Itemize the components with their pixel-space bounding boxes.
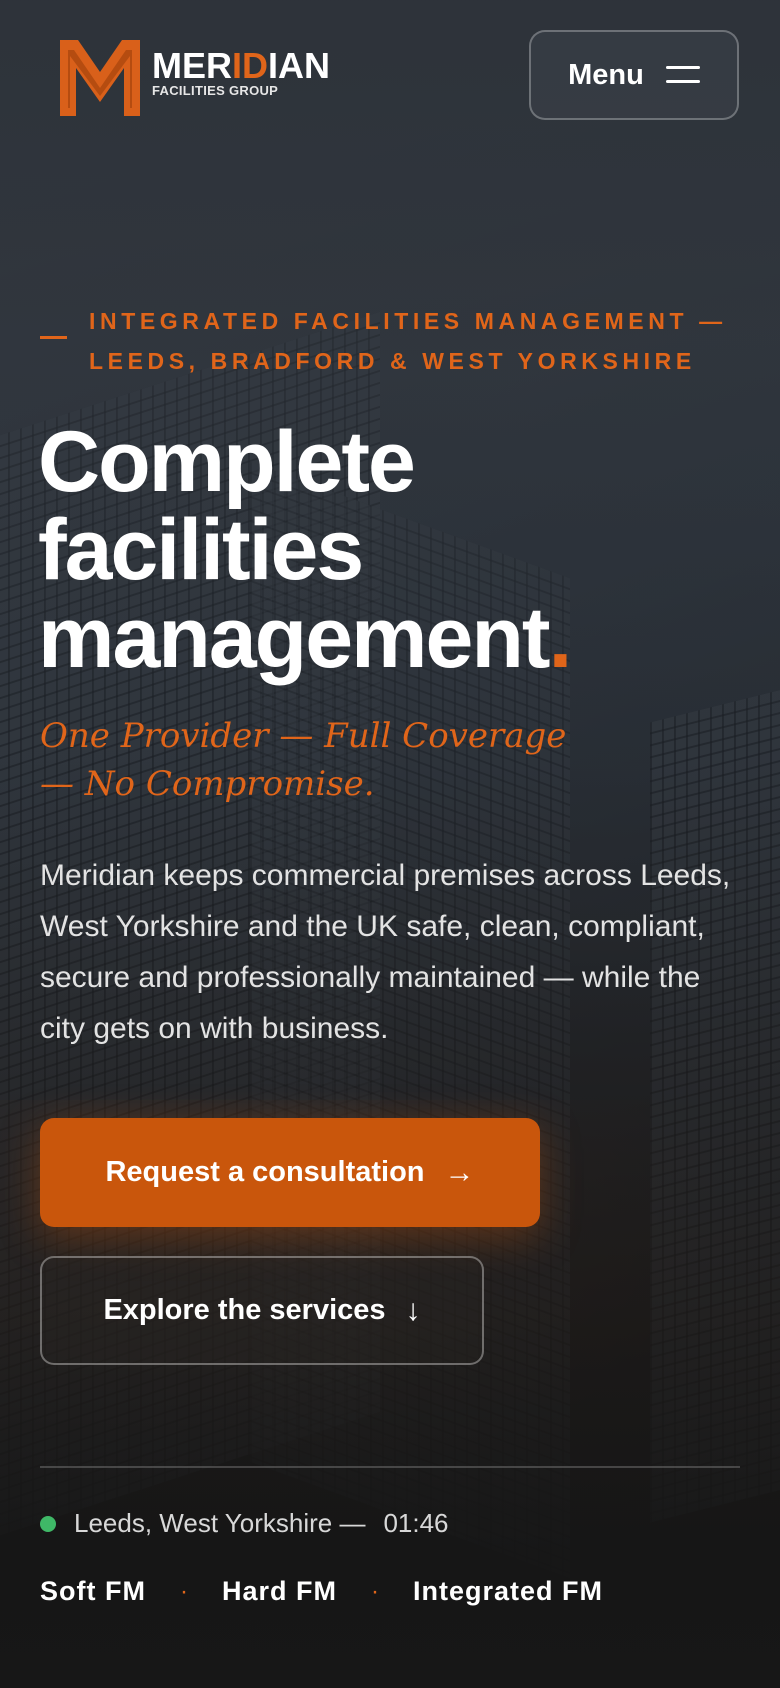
headline-line-2: facilities <box>38 502 364 598</box>
request-consultation-button[interactable]: Request a consultation → <box>40 1118 540 1227</box>
logo-subtitle: FACILITIES GROUP <box>152 83 279 98</box>
meridian-logo-icon <box>60 40 140 116</box>
headline-line-1: Complete <box>38 414 416 510</box>
separator-dot: · <box>370 1577 379 1605</box>
explore-services-button[interactable]: Explore the services ↓ <box>40 1256 484 1365</box>
hero-divider <box>40 1466 740 1468</box>
service-list: Soft FM · Hard FM · Integrated FM <box>40 1576 603 1607</box>
arrow-down-icon: ↓ <box>405 1293 421 1327</box>
explore-services-label: Explore the services <box>103 1294 386 1326</box>
service-hard-fm: Hard FM <box>221 1576 337 1606</box>
separator-dot: · <box>179 1577 188 1605</box>
service-integrated-fm: Integrated FM <box>412 1576 603 1606</box>
local-time: 01:46 <box>383 1508 449 1538</box>
logo-wordmark: MERIDIAN <box>152 45 330 86</box>
logo-text: MERIDIAN FACILITIES GROUP <box>152 48 330 98</box>
service-soft-fm: Soft FM <box>40 1576 146 1606</box>
hero-headline: Complete facilities management. <box>38 418 758 682</box>
menu-label: Menu <box>568 58 644 91</box>
arrow-right-icon: → <box>444 1155 475 1189</box>
eyebrow-dash <box>40 336 67 339</box>
request-consultation-label: Request a consultation <box>105 1156 425 1188</box>
location-text: Leeds, West Yorkshire — <box>74 1508 366 1538</box>
hero-overlay <box>0 0 780 1688</box>
logo[interactable]: MERIDIAN FACILITIES GROUP <box>56 32 330 120</box>
menu-button[interactable]: Menu <box>529 30 739 120</box>
hero-description: Meridian keeps commercial premises acros… <box>40 859 731 1045</box>
hero-background <box>0 0 780 1688</box>
hero-eyebrow: INTEGRATED FACILITIES MANAGEMENT — LEEDS… <box>89 308 727 374</box>
headline-dot: . <box>548 590 573 686</box>
hamburger-icon <box>665 66 700 84</box>
location-status: Leeds, West Yorkshire — 01:46 <box>40 1508 449 1539</box>
hero-tagline: One Provider — Full Coverage — No Compro… <box>40 716 567 804</box>
status-dot-icon <box>40 1515 56 1532</box>
headline-line-3: management <box>38 590 550 686</box>
